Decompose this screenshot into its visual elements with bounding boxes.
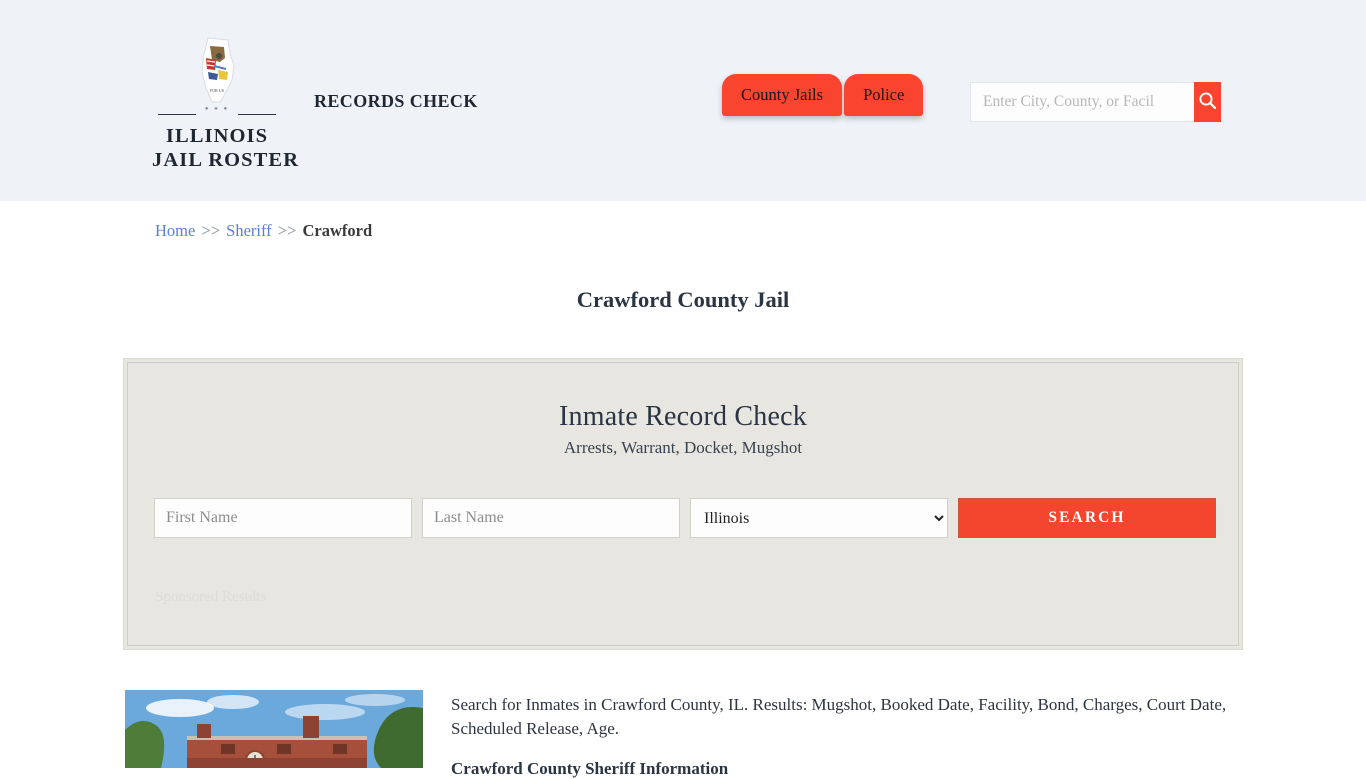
first-name-input[interactable]: [154, 498, 412, 538]
county-info-paragraph: Search for Inmates in Crawford County, I…: [451, 695, 1227, 739]
primary-nav: County Jails Police: [722, 74, 924, 116]
sponsored-results-label: Sponsored Results: [155, 589, 267, 605]
county-info-section: Search for Inmates in Crawford County, I…: [125, 690, 1245, 779]
inmate-search-form: Illinois SEARCH: [154, 498, 1216, 538]
header-search-form: [970, 82, 1221, 122]
breadcrumb-item-home[interactable]: Home: [155, 221, 195, 240]
sheriff-information-heading: Crawford County Sheriff Information: [451, 758, 729, 778]
site-logo[interactable]: FOR US * * * ILLINOIS JAIL ROSTER: [152, 36, 300, 172]
brand-ornament-stars: * * *: [205, 106, 229, 114]
header-search-button[interactable]: [1194, 82, 1221, 122]
card-title: Inmate Record Check: [559, 401, 807, 432]
header-search-input[interactable]: [970, 82, 1194, 122]
inmate-record-check-card: Inmate Record Check Arrests, Warrant, Do…: [123, 358, 1243, 650]
site-header: FOR US * * * ILLINOIS JAIL ROSTER RECORD…: [0, 0, 1366, 201]
state-select[interactable]: Illinois: [690, 498, 948, 538]
illinois-state-outline-seal-icon: FOR US: [184, 36, 250, 106]
breadcrumb-item-sheriff[interactable]: Sheriff: [226, 221, 272, 240]
inmate-search-button[interactable]: SEARCH: [958, 498, 1216, 538]
nav-tab-county-jails[interactable]: County Jails: [722, 74, 843, 116]
site-tagline: RECORDS CHECK: [314, 91, 478, 111]
nav-tab-police[interactable]: Police: [844, 74, 924, 116]
courthouse-photo: [125, 690, 423, 768]
breadcrumb-separator-2: >>: [277, 221, 297, 240]
brand-line-2: JAIL ROSTER: [152, 149, 300, 172]
brand-line-1: ILLINOIS: [165, 125, 269, 147]
breadcrumb-item-current: Crawford: [302, 221, 373, 240]
breadcrumb: Home >> Sheriff >> Crawford: [155, 221, 372, 241]
brand-ornament: * * *: [158, 106, 276, 119]
page-title: Crawford County Jail: [576, 287, 790, 313]
svg-text:FOR US: FOR US: [210, 88, 224, 93]
card-subtitle: Arrests, Warrant, Docket, Mugshot: [563, 438, 803, 457]
last-name-input[interactable]: [422, 498, 680, 538]
breadcrumb-separator-1: >>: [201, 221, 221, 240]
search-icon: [1198, 91, 1217, 113]
